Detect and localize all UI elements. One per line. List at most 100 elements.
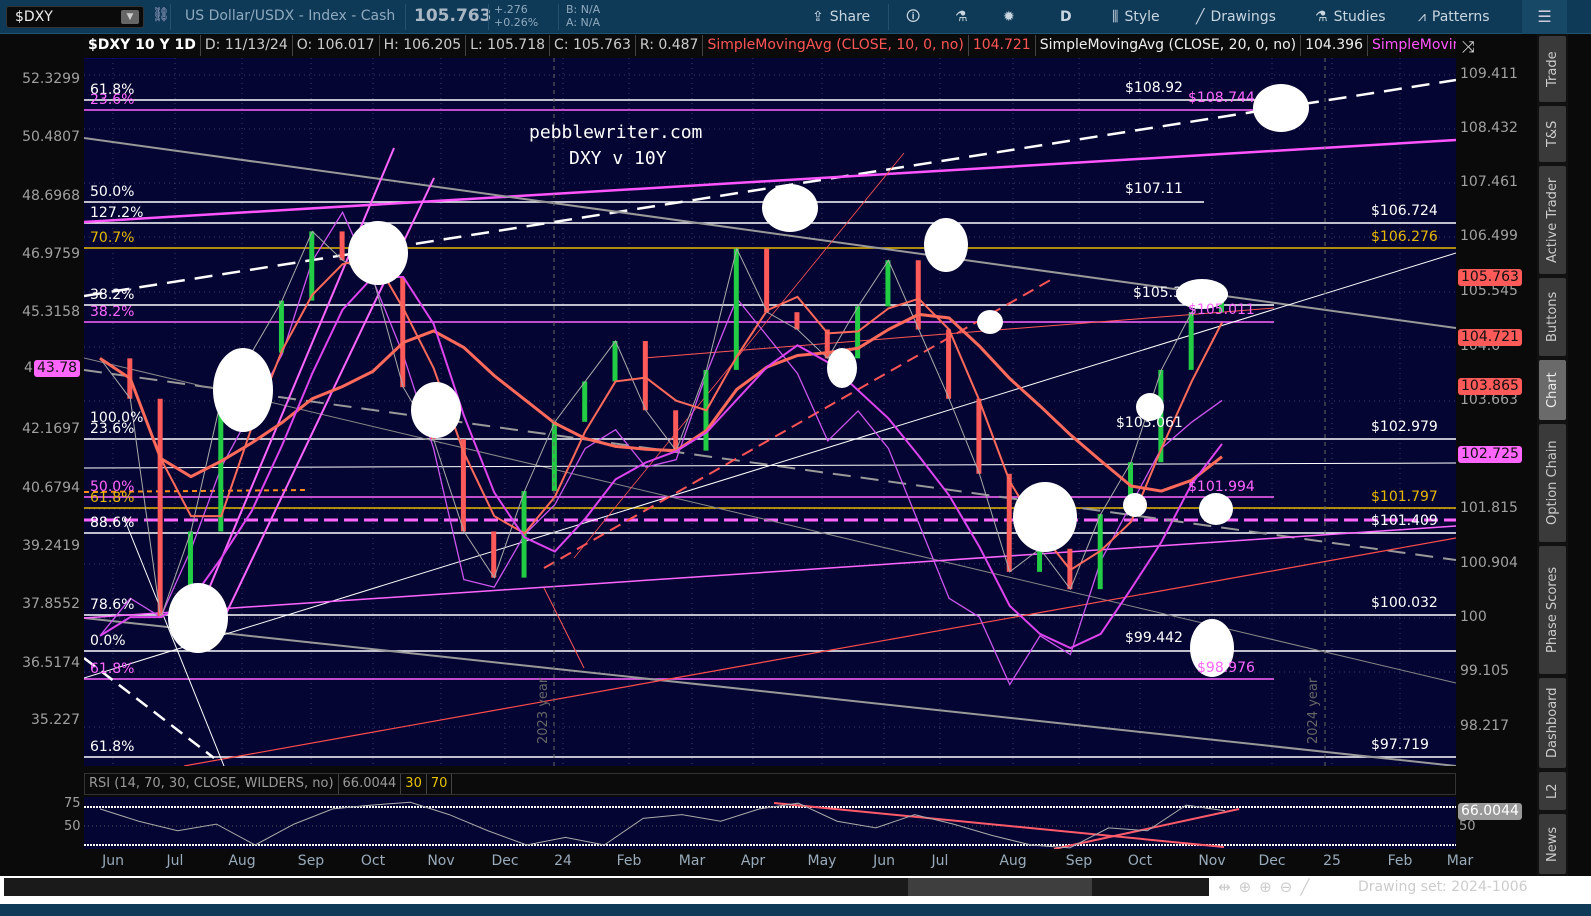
month-label: Dec bbox=[491, 853, 519, 869]
candle bbox=[400, 277, 406, 388]
bar-date: D: 11/13/24 bbox=[201, 35, 293, 56]
price-badge: 103.865 bbox=[1458, 378, 1522, 395]
side-tab-l2[interactable]: L2 bbox=[1539, 772, 1566, 810]
pan-icon: ⇹ bbox=[1218, 878, 1239, 896]
month-label: Oct bbox=[1127, 853, 1153, 869]
candle bbox=[1188, 312, 1194, 370]
candle bbox=[339, 231, 345, 261]
patterns-button[interactable]: ⩘ Patterns bbox=[1418, 6, 1490, 28]
scrollbar-thumb[interactable] bbox=[908, 878, 1092, 896]
time-axis[interactable]: Jun Jul Aug Sep Oct Nov Dec 24 Feb Mar Apr May Jun Ju… bbox=[84, 850, 1473, 874]
yield-tick: 48.6968 bbox=[22, 188, 80, 204]
side-tab-active-trader[interactable]: Active Trader bbox=[1539, 166, 1566, 274]
month-label: Mar bbox=[678, 853, 706, 869]
price-label: $101.797 bbox=[1371, 489, 1438, 505]
side-tab-dashboard[interactable]: Dashboard bbox=[1539, 678, 1566, 768]
right-price-axis[interactable]: 109.411 108.432 107.461 106.499 105.545 104.6… bbox=[1456, 58, 1536, 766]
candle bbox=[1006, 473, 1012, 572]
rsi-title[interactable]: RSI (14, 70, 30, CLOSE, WILDERS, no) bbox=[85, 774, 339, 794]
month-label: Jun bbox=[873, 853, 895, 869]
chevron-down-icon[interactable]: ▼ bbox=[121, 10, 139, 24]
rsi-badge: 66.0044 bbox=[1458, 803, 1522, 820]
rsi-tick: 50 bbox=[1459, 819, 1476, 834]
fib-label: 0.0% bbox=[90, 633, 126, 649]
share-button[interactable]: ⇪ Share bbox=[812, 6, 870, 28]
zoom-in-icon: ⊕ bbox=[1259, 878, 1280, 896]
side-tabs: Trade T&S Active Trader Buttons Chart Option … bbox=[1537, 34, 1568, 876]
fib-label: 127.2% bbox=[90, 205, 144, 221]
price-label: $102.979 bbox=[1371, 419, 1438, 435]
highlight-ellipse bbox=[213, 348, 273, 432]
price-badge: 102.725 bbox=[1458, 446, 1522, 463]
menu-icon[interactable]: ☰ bbox=[1522, 0, 1567, 34]
side-tab-buttons[interactable]: Buttons bbox=[1539, 278, 1566, 356]
price-label: $107.11 bbox=[1125, 181, 1183, 197]
sma10-value: 104.721 bbox=[969, 35, 1036, 56]
rsi-tick: 50 bbox=[64, 819, 81, 834]
price-label: $98.976 bbox=[1197, 660, 1255, 676]
fib-label: 61.8% bbox=[90, 739, 135, 755]
rsi-panel[interactable] bbox=[84, 797, 1456, 849]
candle bbox=[612, 341, 618, 382]
rsi-header: RSI (14, 70, 30, CLOSE, WILDERS, no) 66.… bbox=[84, 773, 1456, 795]
studies-button[interactable]: ⚗ Studies bbox=[1315, 6, 1386, 28]
crosshair-toggle-icon[interactable]: ⤨ bbox=[1462, 37, 1475, 57]
rsi-high: 70 bbox=[427, 774, 453, 794]
flask-button[interactable]: ⚗ bbox=[955, 6, 968, 28]
month-label: Apr bbox=[740, 853, 766, 869]
candle bbox=[794, 312, 800, 330]
highlight-ellipse bbox=[348, 221, 408, 285]
side-tab-option-chain[interactable]: Option Chain bbox=[1539, 424, 1566, 542]
zoom-tools[interactable]: ⇹⊕⊕⊖╱ bbox=[1218, 878, 1317, 896]
bar-high: H: 106.205 bbox=[380, 35, 467, 56]
price-line bbox=[99, 230, 1223, 619]
sma20-value: 104.396 bbox=[1301, 35, 1368, 56]
candle bbox=[885, 260, 891, 307]
drawings-button[interactable]: ╱ Drawings bbox=[1196, 6, 1276, 28]
left-price-axis[interactable]: 52.3299 50.4807 48.6968 46.9759 45.3158 42.16… bbox=[0, 58, 84, 766]
month-label: Nov bbox=[427, 853, 455, 869]
drawing-set-label[interactable]: Drawing set: 2024-1006 bbox=[1358, 879, 1528, 895]
highlight-ellipse bbox=[1199, 493, 1233, 525]
period-button[interactable]: D bbox=[1060, 6, 1072, 28]
trend-line bbox=[543, 587, 585, 669]
change: +.276 +0.26% bbox=[494, 3, 539, 29]
yield-tick: 42.1697 bbox=[22, 421, 80, 437]
sma10-label[interactable]: SimpleMovingAvg (CLOSE, 10, 0, no) bbox=[703, 35, 969, 56]
highlight-ellipse bbox=[168, 583, 228, 653]
side-tab-chart[interactable]: Chart bbox=[1539, 360, 1566, 420]
sma20-label[interactable]: SimpleMovingAvg (CLOSE, 20, 0, no) bbox=[1036, 35, 1302, 56]
side-tab-trade[interactable]: Trade bbox=[1539, 36, 1566, 102]
watermark-site: pebblewriter.com bbox=[529, 122, 703, 143]
side-tab-news[interactable]: News bbox=[1539, 814, 1566, 874]
price-chart[interactable]: pebblewriter.com DXY v 10Y 2023 year 202… bbox=[84, 58, 1456, 766]
year-label: 2023 year bbox=[536, 677, 551, 744]
price-label: $103.061 bbox=[1116, 415, 1183, 431]
month-label: May bbox=[807, 853, 837, 869]
price-tick: 101.815 bbox=[1460, 500, 1518, 516]
price-label: $99.442 bbox=[1125, 630, 1183, 646]
highlight-ellipse bbox=[827, 348, 857, 388]
style-button[interactable]: ⫼ Style bbox=[1112, 6, 1160, 28]
info-button[interactable]: 🛈 bbox=[906, 6, 920, 28]
pencil-icon: ╱ bbox=[1300, 878, 1318, 896]
fib-label: 88.6% bbox=[90, 515, 135, 531]
last-price: 105.763 bbox=[414, 6, 492, 26]
candle bbox=[976, 398, 982, 474]
trend-line bbox=[84, 525, 1456, 619]
highlight-ellipse bbox=[1013, 482, 1077, 552]
settings-button[interactable]: ✹ bbox=[1003, 6, 1015, 28]
price-label: $101.994 bbox=[1188, 479, 1255, 495]
side-tab-t-s[interactable]: T&S bbox=[1539, 106, 1566, 162]
bar-close: C: 105.763 bbox=[550, 35, 636, 56]
candle bbox=[157, 398, 163, 618]
fib-label: 38.2% bbox=[90, 304, 135, 320]
yield-tick: 50.4807 bbox=[22, 129, 80, 145]
watermark-title: DXY v 10Y bbox=[569, 148, 667, 169]
sma-more-label[interactable]: SimpleMoving... bbox=[1368, 35, 1456, 56]
symbol-selector[interactable]: $DXY ▼ bbox=[6, 6, 144, 28]
highlight-ellipse bbox=[762, 184, 818, 232]
link-icon[interactable]: ⛓ bbox=[152, 7, 170, 23]
side-tab-phase-scores[interactable]: Phase Scores bbox=[1539, 546, 1566, 674]
month-label: Aug bbox=[228, 853, 256, 869]
